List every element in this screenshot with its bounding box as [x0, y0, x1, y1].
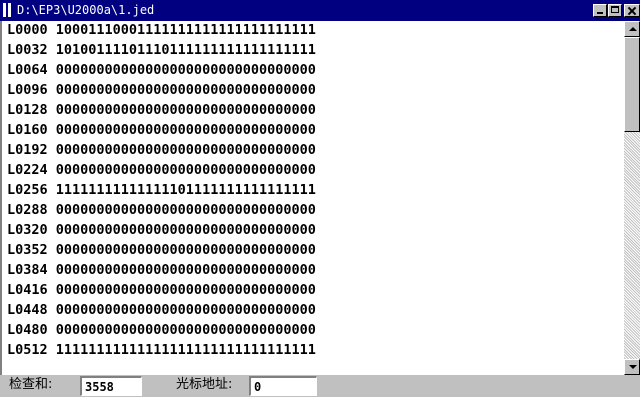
fuse-line: L0096 00000000000000000000000000000000 — [7, 82, 316, 98]
fuse-line: L0064 00000000000000000000000000000000 — [7, 62, 316, 78]
minimize-button[interactable] — [593, 4, 607, 17]
fuse-map-text-area[interactable]: L0000 10001110001111111111111111111111 L… — [0, 21, 624, 375]
fuse-line: L0000 10001110001111111111111111111111 — [7, 22, 316, 38]
cursor-address-label: 光标地址: — [176, 377, 233, 392]
scroll-up-arrow-icon[interactable] — [624, 21, 640, 37]
fuse-line: L0032 10100111101110111111111111111111 — [7, 42, 316, 58]
close-button[interactable] — [624, 4, 640, 17]
fuse-line: L0224 00000000000000000000000000000000 — [7, 162, 316, 178]
window-title: D:\EP3\U2000a\1.jed — [17, 3, 155, 17]
checksum-field: 3558 — [80, 376, 142, 396]
fuse-line: L0320 00000000000000000000000000000000 — [7, 222, 316, 238]
fuse-line: L0384 00000000000000000000000000000000 — [7, 262, 316, 278]
fuse-line: L0256 11111111111111101111111111111111 — [7, 182, 316, 198]
scroll-thumb[interactable] — [624, 37, 640, 132]
editor-window: D:\EP3\U2000a\1.jed L0000 10001110001111… — [0, 0, 640, 397]
fuse-line: L0288 00000000000000000000000000000000 — [7, 202, 316, 218]
checksum-label: 检查和: — [9, 377, 53, 392]
scroll-down-arrow-icon[interactable] — [624, 359, 640, 375]
fuse-line: L0480 00000000000000000000000000000000 — [7, 322, 316, 338]
vertical-scrollbar[interactable] — [624, 21, 640, 375]
fuse-line: L0512 11111111111111111111111111111111 — [7, 342, 316, 358]
fuse-line: L0160 00000000000000000000000000000000 — [7, 122, 316, 138]
fuse-line: L0128 00000000000000000000000000000000 — [7, 102, 316, 118]
fuse-line: L0192 00000000000000000000000000000000 — [7, 142, 316, 158]
cursor-address-field: 0 — [249, 376, 317, 396]
fuse-line: L0416 00000000000000000000000000000000 — [7, 282, 316, 298]
app-icon[interactable] — [3, 3, 15, 17]
fuse-line: L0352 00000000000000000000000000000000 — [7, 242, 316, 258]
maximize-button[interactable] — [608, 4, 622, 17]
fuse-line: L0448 00000000000000000000000000000000 — [7, 302, 316, 318]
title-bar[interactable]: D:\EP3\U2000a\1.jed — [0, 0, 640, 21]
status-bar: 检查和: 3558 光标地址: 0 — [0, 375, 640, 397]
